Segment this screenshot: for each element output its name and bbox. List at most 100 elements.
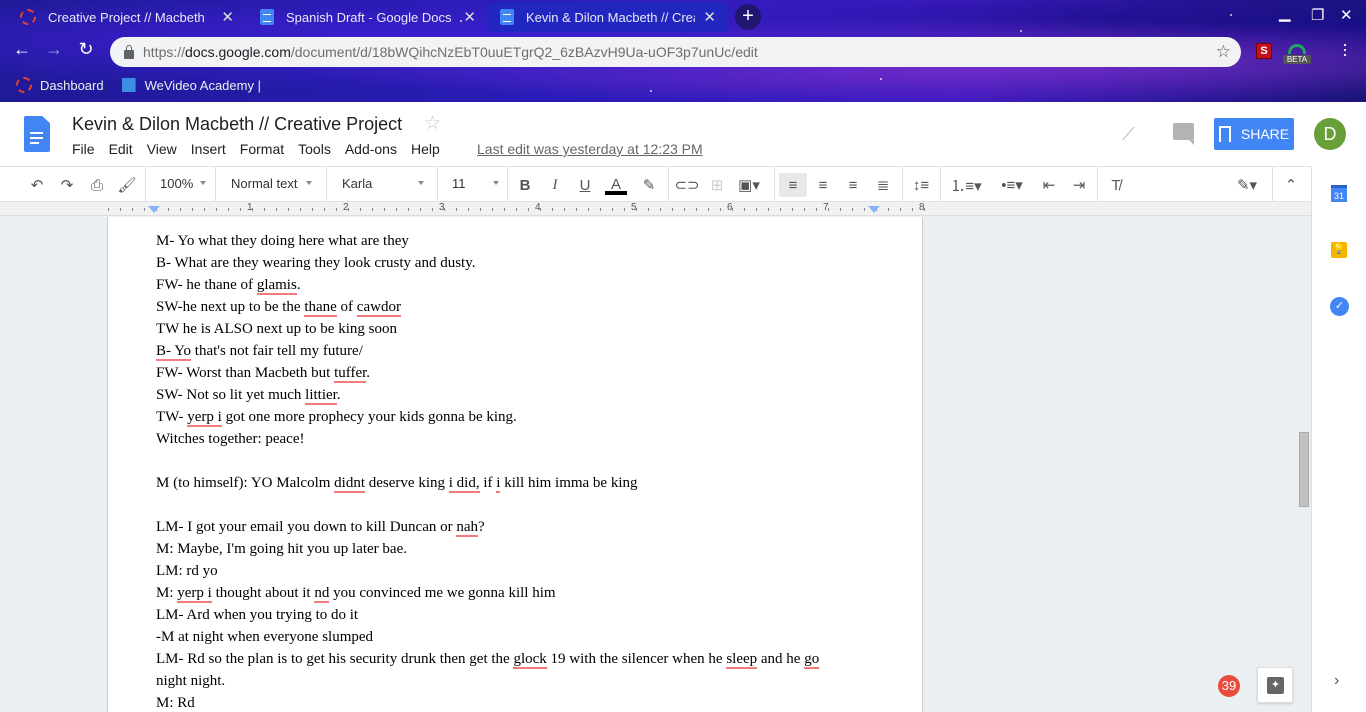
font-size-select[interactable]: 11	[452, 176, 466, 191]
document-line[interactable]: Witches together: peace!	[156, 428, 876, 450]
numbered-list-icon[interactable]: ⒈≡▾	[947, 173, 985, 197]
bulleted-list-icon[interactable]: •≡▾	[993, 173, 1031, 197]
increase-indent-icon[interactable]: ⇥	[1068, 173, 1090, 197]
misspelled-word[interactable]: go	[804, 651, 820, 669]
menu-help[interactable]: Help	[411, 141, 440, 157]
redo-icon[interactable]: ↷	[56, 173, 78, 197]
misspelled-word[interactable]: yerp i	[177, 585, 212, 603]
browser-menu-icon[interactable]: · · ·	[1342, 35, 1348, 63]
misspelled-word[interactable]: nah	[456, 519, 479, 537]
comments-icon[interactable]	[1173, 123, 1194, 145]
clear-formatting-icon[interactable]: T̸	[1105, 173, 1127, 197]
align-center-icon[interactable]: ≡	[812, 173, 834, 197]
document-line[interactable]: B- What are they wearing they look crust…	[156, 252, 876, 274]
document-line[interactable]	[156, 450, 876, 472]
right-indent-marker[interactable]	[868, 206, 880, 213]
menu-edit[interactable]: Edit	[109, 141, 133, 157]
document-line[interactable]: M (to himself): YO Malcolm didnt deserve…	[156, 472, 876, 494]
align-left-icon[interactable]: ≡	[779, 173, 807, 197]
tab-spanish-draft[interactable]: Spanish Draft - Google Docs ✕	[248, 2, 488, 32]
document-line[interactable]: LM- Ard when you trying to do it	[156, 604, 876, 626]
misspelled-word[interactable]: glock	[513, 651, 547, 669]
address-bar[interactable]: https://docs.google.com/document/d/18bWQ…	[110, 37, 1241, 67]
decrease-indent-icon[interactable]: ⇤	[1038, 173, 1060, 197]
menu-view[interactable]: View	[147, 141, 177, 157]
text-color-icon[interactable]: A	[604, 173, 628, 197]
forward-icon[interactable]: →	[41, 39, 67, 60]
ruler[interactable]: 1 2 3 4 5 6 7 8	[0, 202, 1311, 216]
document-line[interactable]: B- Yo that's not fair tell my future/	[156, 340, 876, 362]
document-line[interactable]: LM- I got your email you down to kill Du…	[156, 516, 876, 538]
bookmark-wevideo[interactable]: WeVideo Academy |	[121, 78, 261, 93]
menu-insert[interactable]: Insert	[191, 141, 226, 157]
bookmark-star-icon[interactable]: ☆	[1216, 42, 1231, 62]
menu-tools[interactable]: Tools	[298, 141, 331, 157]
bookmark-dashboard[interactable]: Dashboard	[16, 77, 104, 93]
document-line[interactable]: night night.	[156, 670, 876, 692]
calendar-icon[interactable]: 31	[1331, 185, 1347, 202]
document-line[interactable]: LM: rd yo	[156, 560, 876, 582]
misspelled-word[interactable]: littier	[305, 387, 337, 405]
misspelled-word[interactable]: glamis	[256, 277, 297, 295]
close-icon[interactable]: ✕	[221, 8, 234, 26]
restore-icon[interactable]: ❐	[1311, 6, 1324, 24]
last-edit-link[interactable]: Last edit was yesterday at 12:23 PM	[477, 141, 703, 157]
reload-icon[interactable]: ↻	[73, 39, 99, 60]
misspelled-word[interactable]: yerp i	[187, 409, 222, 427]
document-line[interactable]	[156, 494, 876, 516]
misspelled-word[interactable]: i did,	[448, 475, 480, 493]
document-line[interactable]: LM- Rd so the plan is to get his securit…	[156, 648, 876, 670]
document-page[interactable]: M- Yo what they doing here what are they…	[107, 217, 923, 712]
justify-icon[interactable]: ≣	[872, 173, 894, 197]
close-window-icon[interactable]: ✕	[1340, 6, 1353, 24]
editing-mode-pencil-icon[interactable]: ✎▾	[1230, 173, 1264, 197]
star-icon[interactable]: ☆	[424, 112, 441, 135]
scrollbar-thumb[interactable]	[1299, 432, 1309, 507]
insert-image-icon[interactable]: ▣▾	[734, 173, 764, 197]
underline-icon[interactable]: U	[574, 173, 596, 197]
misspelled-word[interactable]: didnt	[334, 475, 366, 493]
document-title[interactable]: Kevin & Dilon Macbeth // Creative Projec…	[72, 114, 402, 135]
document-line[interactable]: FW- he thane of glamis.	[156, 274, 876, 296]
misspelled-word[interactable]: sleep	[726, 651, 758, 669]
undo-icon[interactable]: ↶	[26, 173, 48, 197]
tasks-check-icon[interactable]: ✓	[1330, 297, 1349, 316]
menu-file[interactable]: File	[72, 141, 95, 157]
back-icon[interactable]: ←	[9, 39, 35, 60]
link-icon[interactable]: ⊂⊃	[674, 173, 699, 197]
document-body[interactable]: M- Yo what they doing here what are they…	[156, 230, 876, 712]
document-line[interactable]: FW- Worst than Macbeth but tuffer.	[156, 362, 876, 384]
activity-trend-icon[interactable]: ⟋	[1122, 124, 1135, 145]
notification-badge[interactable]: 39	[1218, 675, 1240, 697]
document-line[interactable]: M: Rd	[156, 692, 876, 712]
close-icon[interactable]: ✕	[463, 8, 476, 26]
italic-icon[interactable]: I	[544, 173, 566, 197]
minimize-icon[interactable]: ▁	[1279, 4, 1291, 22]
misspelled-word[interactable]: B- Yo	[156, 343, 192, 361]
menu-add-ons[interactable]: Add-ons	[345, 141, 397, 157]
font-select[interactable]: Karla	[342, 176, 372, 191]
docs-logo-icon[interactable]	[24, 116, 50, 152]
close-icon[interactable]: ✕	[703, 8, 716, 26]
document-line[interactable]: TW he is ALSO next up to be king soon	[156, 318, 876, 340]
misspelled-word[interactable]: cawdor	[356, 299, 401, 317]
collapse-menus-icon[interactable]: ⌃	[1280, 173, 1302, 197]
misspelled-word[interactable]: thane	[304, 299, 337, 317]
zoom-select[interactable]: 100%	[160, 176, 193, 191]
document-line[interactable]: TW- yerp i got one more prophecy your ki…	[156, 406, 876, 428]
print-icon[interactable]: ⎙	[86, 173, 108, 197]
keep-lightbulb-icon[interactable]: 💡	[1331, 242, 1347, 258]
document-line[interactable]: SW- Not so lit yet much littier.	[156, 384, 876, 406]
tab-kevin-dilon-macbeth[interactable]: Kevin & Dilon Macbeth // Creative Projec…	[488, 2, 728, 32]
misspelled-word[interactable]: tuffer	[334, 365, 367, 383]
new-tab-button[interactable]: +	[735, 4, 761, 30]
explore-button[interactable]: ✦	[1257, 667, 1293, 703]
document-line[interactable]: M: yerp i thought about it nd you convin…	[156, 582, 876, 604]
document-line[interactable]: -M at night when everyone slumped	[156, 626, 876, 648]
document-line[interactable]: SW-he next up to be the thane of cawdor	[156, 296, 876, 318]
style-select[interactable]: Normal text	[231, 176, 297, 191]
menu-format[interactable]: Format	[240, 141, 284, 157]
extension-beta-icon[interactable]: BETA	[1283, 44, 1311, 66]
line-spacing-icon[interactable]: ↕≡	[910, 173, 932, 197]
document-line[interactable]: M: Maybe, I'm going hit you up later bae…	[156, 538, 876, 560]
